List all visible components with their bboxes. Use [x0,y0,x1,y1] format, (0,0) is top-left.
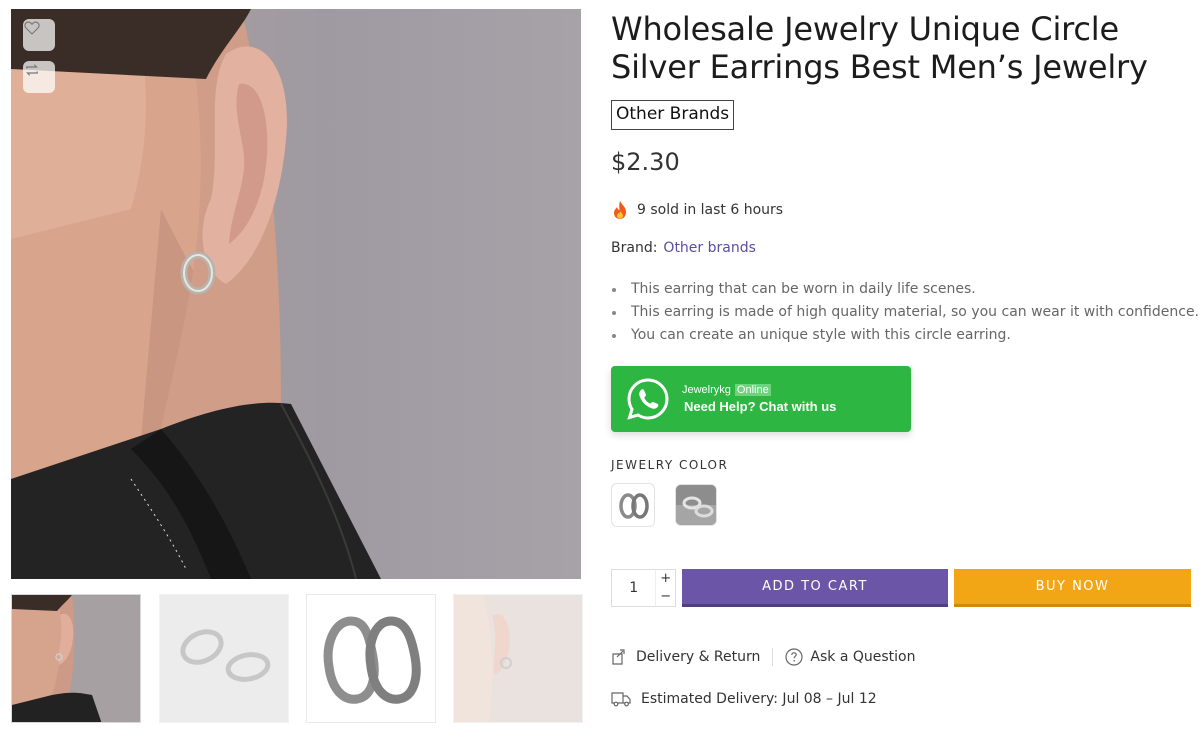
delivery-return-link[interactable]: Delivery & Return [611,648,760,666]
wishlist-button[interactable] [23,19,55,51]
buy-now-button[interactable]: BUY NOW [954,569,1191,607]
feature-item: This earring is made of high quality mat… [611,301,1199,324]
model-photo [11,9,381,579]
estimated-delivery-text: Estimated Delivery: Jul 08 – Jul 12 [641,691,877,707]
product-title: Wholesale Jewelry Unique Circle Silver E… [611,10,1148,86]
heart-icon [24,21,40,35]
compare-icon [26,64,38,76]
color-swatch-silver[interactable] [611,483,655,527]
variant-label: JEWELRY COLOR [611,458,729,472]
sold-counter: 9 sold in last 6 hours [611,200,783,220]
online-status-badge: Online [734,384,771,396]
quantity-decrease-button[interactable]: − [656,588,675,606]
color-swatch-grey[interactable] [675,484,717,526]
thumbnail-2[interactable] [159,594,289,723]
sold-text: 9 sold in last 6 hours [637,202,784,218]
thumbnail-1[interactable] [11,594,141,723]
quantity-stepper: 1 + − [611,569,676,607]
thumbnail-strip [11,594,583,724]
ask-question-link[interactable]: Ask a Question [785,648,915,666]
feature-item: You can create an unique style with this… [611,324,1199,347]
whatsapp-icon [627,378,669,420]
quantity-increase-button[interactable]: + [656,570,675,588]
brand-label: Brand: [611,240,658,256]
whatsapp-cta: Need Help? Chat with us [684,399,837,414]
thumbnail-3[interactable] [306,594,436,723]
fire-icon [614,201,626,219]
brand-link[interactable]: Other brands [663,240,755,256]
feature-item: This earring that can be worn in daily l… [611,278,1199,301]
delivery-return-label: Delivery & Return [636,649,761,665]
feature-list: This earring that can be worn in daily l… [611,278,1199,347]
main-product-image[interactable] [11,9,581,579]
thumbnail-4[interactable] [453,594,583,723]
whatsapp-chat-button[interactable]: Jewelrykg Online Need Help? Chat with us [611,366,911,432]
estimated-delivery: Estimated Delivery: Jul 08 – Jul 12 [611,691,877,707]
box-icon [612,649,625,665]
brand-badge[interactable]: Other Brands [611,100,735,130]
brand-line: Brand: Other brands [611,240,756,256]
question-icon [785,648,803,666]
add-to-cart-button[interactable]: ADD TO CART [682,569,948,607]
product-price: $2.30 [611,148,680,176]
whatsapp-agent-name: Jewelrykg [682,384,731,396]
quantity-input[interactable]: 1 [612,570,655,606]
truck-icon [611,692,631,707]
product-links: Delivery & Return Ask a Question [611,648,915,666]
link-divider [772,648,774,666]
compare-button[interactable] [23,61,55,93]
ask-question-label: Ask a Question [810,649,916,665]
